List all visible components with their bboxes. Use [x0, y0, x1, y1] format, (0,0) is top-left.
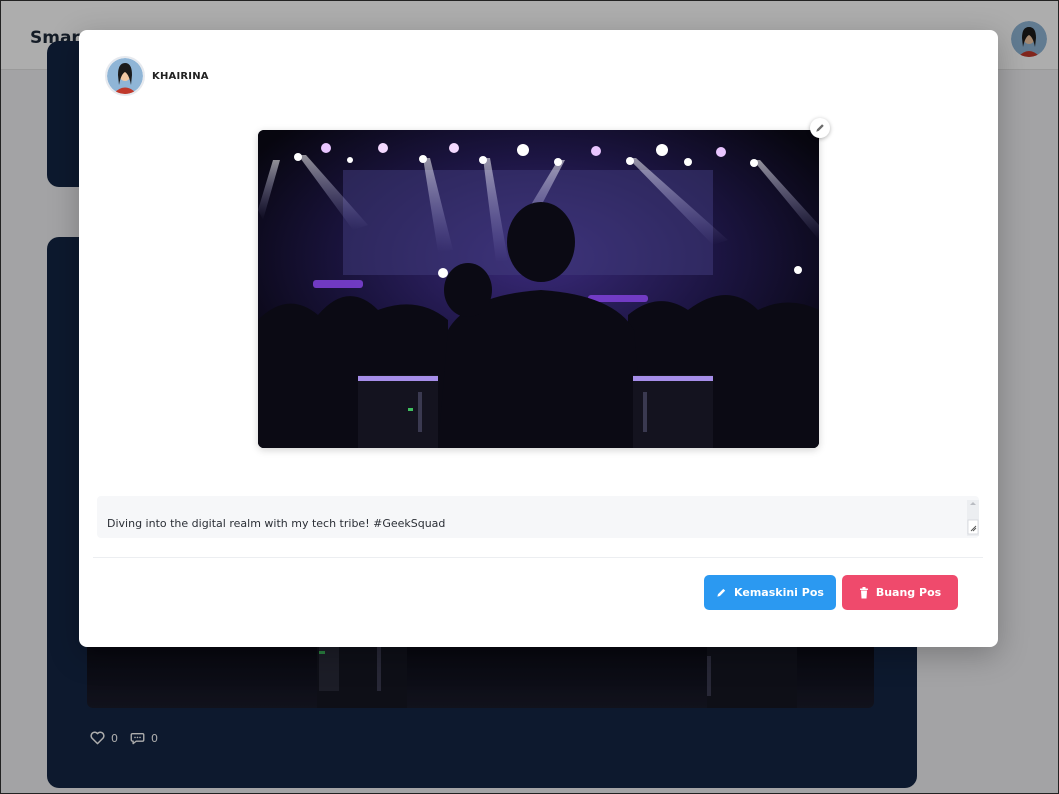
textarea-resize-handle[interactable]	[967, 500, 979, 536]
caption-text: Diving into the digital realm with my te…	[107, 517, 446, 530]
delete-post-button[interactable]: Buang Pos	[842, 575, 958, 610]
pencil-icon	[816, 124, 824, 132]
trash-icon	[859, 586, 868, 598]
avatar-illustration	[107, 58, 143, 94]
update-post-button[interactable]: Kemaskini Pos	[704, 575, 836, 610]
caption-textarea[interactable]: Diving into the digital realm with my te…	[97, 496, 979, 538]
concert-photo	[258, 130, 819, 448]
app-window: Smar 0 0 KHAIRINA Diving into the digita…	[0, 0, 1059, 794]
update-post-label: Kemaskini Pos	[734, 586, 824, 599]
post-image	[258, 130, 819, 448]
edit-image-button[interactable]	[810, 118, 830, 138]
delete-post-label: Buang Pos	[875, 586, 942, 599]
pencil-icon	[717, 588, 726, 597]
modal-divider	[93, 557, 983, 558]
author-avatar	[105, 56, 145, 96]
resize-icon	[967, 500, 979, 536]
author-name: KHAIRINA	[152, 70, 209, 82]
edit-post-modal: KHAIRINA Diving into the digital realm w…	[79, 30, 998, 647]
post-author: KHAIRINA	[105, 56, 209, 96]
